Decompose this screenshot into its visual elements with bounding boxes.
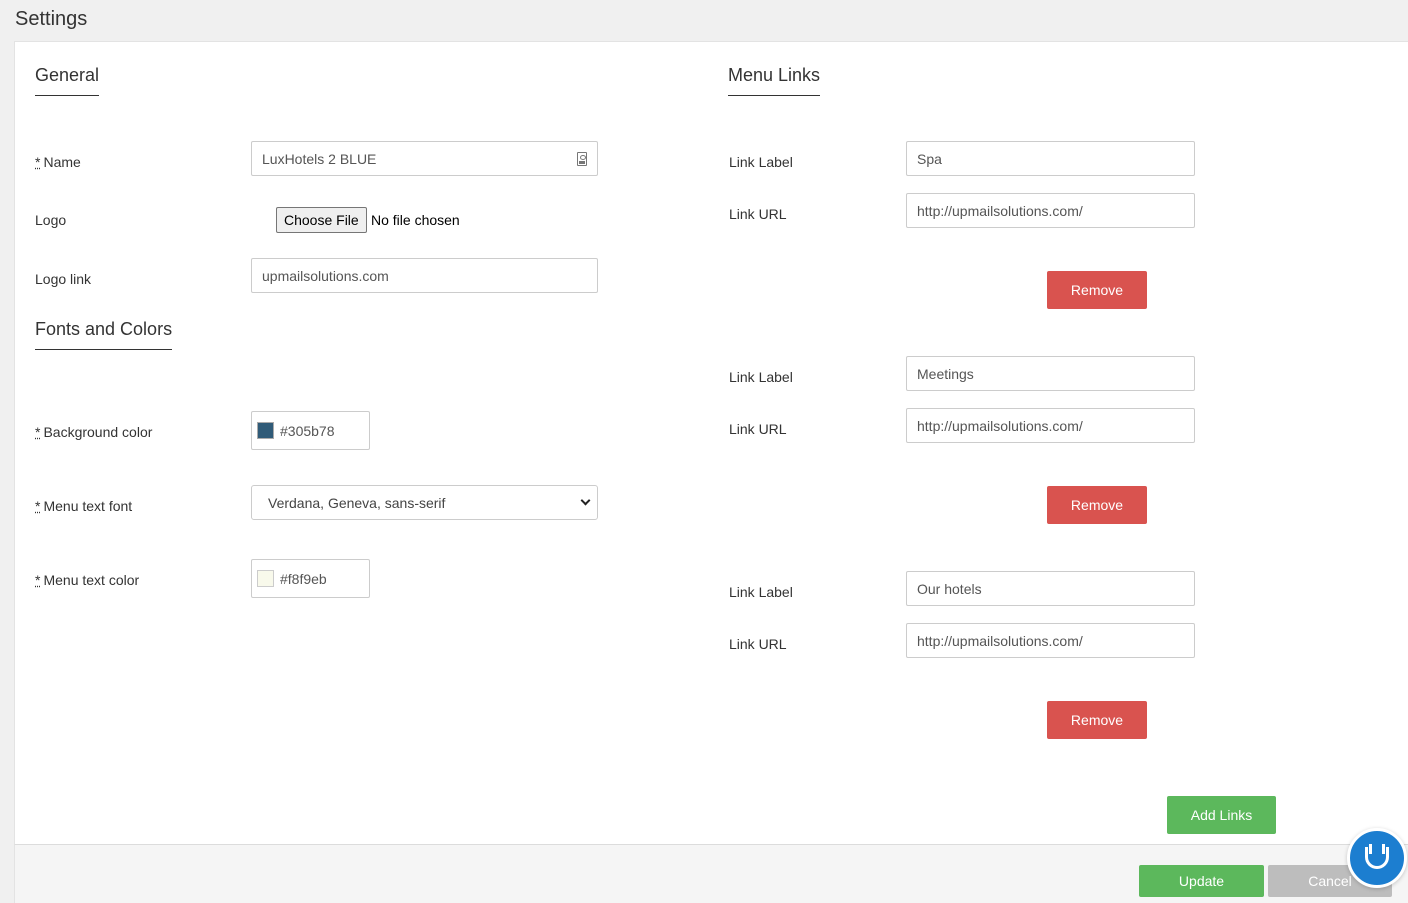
file-status-text: No file chosen xyxy=(371,212,460,228)
menu-color-input[interactable]: #f8f9eb xyxy=(251,559,370,598)
link-label-caption: Link Label xyxy=(729,584,793,600)
page-title: Settings xyxy=(15,8,88,30)
logo-link-label: Logo link xyxy=(35,271,92,287)
general-section-title: General xyxy=(35,65,100,96)
required-marker: * xyxy=(35,154,41,170)
remove-link-button[interactable]: Remove xyxy=(1047,271,1147,309)
link-url-value: http://upmailsolutions.com/ xyxy=(917,202,1083,219)
link-url-value: http://upmailsolutions.com/ xyxy=(917,417,1083,434)
menu-color-swatch[interactable] xyxy=(257,570,274,587)
logo-label: Logo xyxy=(35,212,67,228)
background-color-value: #305b78 xyxy=(280,422,335,439)
menu-color-value: #f8f9eb xyxy=(280,570,327,587)
menu-font-label-text: Menu text font xyxy=(43,498,133,514)
link-label-caption: Link Label xyxy=(729,154,793,170)
link-url-input[interactable]: http://upmailsolutions.com/ xyxy=(906,193,1195,228)
background-color-label: * Background color xyxy=(35,424,152,440)
chevron-down-icon xyxy=(580,495,591,506)
link-label-input[interactable]: Our hotels xyxy=(906,571,1195,606)
fonts-colors-section-title: Fonts and Colors xyxy=(35,319,173,350)
menu-color-label-text: Menu text color xyxy=(43,572,140,588)
link-url-caption: Link URL xyxy=(729,206,787,222)
name-input-value: LuxHotels 2 BLUE xyxy=(262,150,377,167)
menu-links-section-title: Menu Links xyxy=(728,65,821,96)
menu-font-select[interactable]: Verdana, Geneva, sans-serif xyxy=(251,485,598,520)
chat-smile-icon xyxy=(1365,844,1389,869)
logo-link-value: upmailsolutions.com xyxy=(262,267,389,284)
required-marker: * xyxy=(35,424,41,440)
required-marker: * xyxy=(35,498,41,514)
menu-font-value: Verdana, Geneva, sans-serif xyxy=(268,494,446,511)
link-label-value: Spa xyxy=(917,150,942,167)
link-url-input[interactable]: http://upmailsolutions.com/ xyxy=(906,623,1195,658)
remove-link-button[interactable]: Remove xyxy=(1047,701,1147,739)
name-input[interactable]: LuxHotels 2 BLUE xyxy=(251,141,598,176)
add-links-button[interactable]: Add Links xyxy=(1167,796,1276,834)
menu-font-label: * Menu text font xyxy=(35,498,132,514)
contact-card-icon[interactable] xyxy=(577,151,587,166)
link-url-caption: Link URL xyxy=(729,636,787,652)
name-label-text: Name xyxy=(43,154,81,170)
menu-color-label: * Menu text color xyxy=(35,572,139,588)
link-url-value: http://upmailsolutions.com/ xyxy=(917,632,1083,649)
name-label: * Name xyxy=(35,154,81,170)
update-button[interactable]: Update xyxy=(1139,865,1264,897)
link-label-input[interactable]: Meetings xyxy=(906,356,1195,391)
link-label-caption: Link Label xyxy=(729,369,793,385)
link-url-caption: Link URL xyxy=(729,421,787,437)
chat-widget-icon[interactable] xyxy=(1347,828,1407,888)
required-marker: * xyxy=(35,572,41,588)
background-color-label-text: Background color xyxy=(43,424,153,440)
background-color-swatch[interactable] xyxy=(257,422,274,439)
settings-panel xyxy=(14,41,1408,844)
choose-file-button[interactable]: Choose File xyxy=(276,207,367,233)
link-label-value: Meetings xyxy=(917,365,974,382)
logo-link-input[interactable]: upmailsolutions.com xyxy=(251,258,598,293)
link-label-value: Our hotels xyxy=(917,580,982,597)
remove-link-button[interactable]: Remove xyxy=(1047,486,1147,524)
link-label-input[interactable]: Spa xyxy=(906,141,1195,176)
background-color-input[interactable]: #305b78 xyxy=(251,411,370,450)
link-url-input[interactable]: http://upmailsolutions.com/ xyxy=(906,408,1195,443)
